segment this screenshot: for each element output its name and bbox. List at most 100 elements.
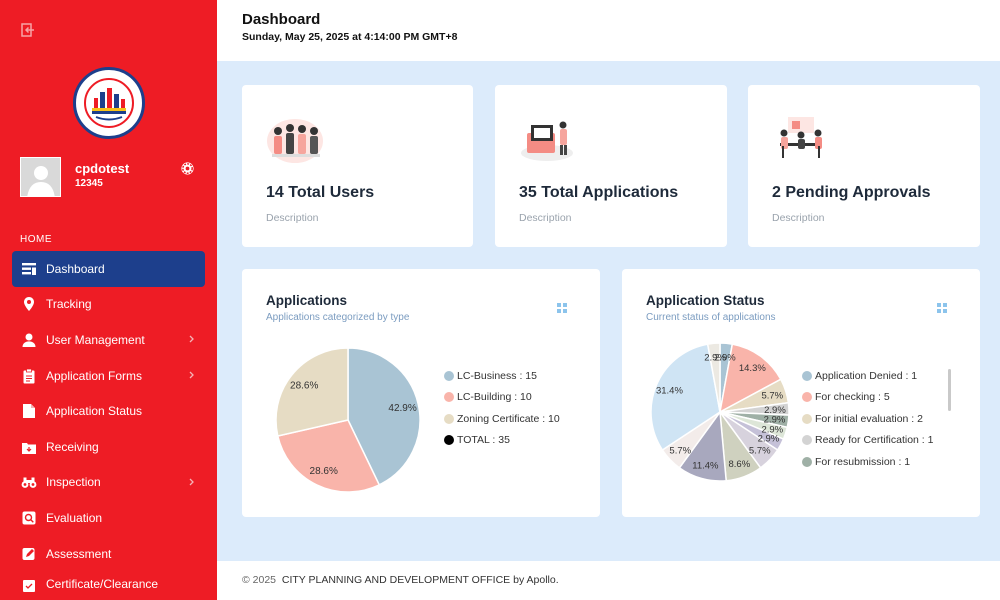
user-profile: cpdotest 12345 bbox=[20, 157, 210, 197]
legend-item[interactable]: For initial evaluation : 2 bbox=[802, 408, 952, 430]
more-options-icon[interactable] bbox=[557, 303, 567, 313]
dashboard-icon bbox=[21, 261, 37, 277]
applications-pie-chart: 42.9% 28.6% 28.6% bbox=[275, 347, 421, 493]
legend-swatch bbox=[802, 413, 812, 424]
application-status-chart-card: Application Status Current status of app… bbox=[622, 269, 980, 517]
pie-slice-label: 31.4% bbox=[656, 386, 683, 397]
chevron-right-icon bbox=[189, 371, 194, 379]
pie-slice[interactable] bbox=[275, 347, 349, 437]
binoculars-icon bbox=[21, 474, 37, 490]
stat-description: Description bbox=[266, 212, 319, 224]
meeting-illustration bbox=[780, 117, 822, 158]
legend-label: TOTAL : 35 bbox=[457, 434, 510, 447]
stat-description: Description bbox=[772, 212, 825, 224]
gear-icon[interactable] bbox=[180, 161, 195, 176]
footer-credit: CITY PLANNING AND DEVELOPMENT OFFICE by … bbox=[281, 574, 559, 586]
applications-legend: LC-Business : 15 LC-Building : 10 Zoning C… bbox=[444, 365, 560, 451]
sidebar-item-evaluation[interactable]: Evaluation bbox=[12, 500, 205, 536]
sidebar-item-label: Certificate/Clearance bbox=[46, 577, 159, 592]
sidebar-item-label: Application Forms bbox=[46, 368, 143, 383]
footer-copyright-year: © 2025 bbox=[242, 574, 277, 586]
applications-chart-card: Applications Applications categorized by… bbox=[242, 269, 600, 517]
collapse-sidebar-icon[interactable] bbox=[21, 23, 35, 37]
pie-slice-label: 5.7% bbox=[761, 390, 783, 401]
sidebar-item-assessment[interactable]: Assessment bbox=[12, 536, 205, 572]
city-planning-office-logo bbox=[73, 67, 145, 139]
legend-label: Zoning Certificate : 10 bbox=[457, 412, 560, 425]
legend-label: LC-Business : 15 bbox=[457, 369, 537, 382]
more-options-icon[interactable] bbox=[937, 303, 947, 313]
legend-swatch bbox=[802, 370, 812, 381]
applications-illustration bbox=[521, 121, 573, 161]
legend-item[interactable]: LC-Business : 15 bbox=[444, 365, 560, 387]
sidebar-item-label: Dashboard bbox=[46, 261, 105, 276]
sidebar-item-application-status[interactable]: Application Status bbox=[12, 393, 205, 429]
pie-slice-label: 42.9% bbox=[388, 403, 416, 414]
legend-item[interactable]: For checking : 5 bbox=[802, 387, 952, 409]
legend-label: For initial evaluation : 2 bbox=[815, 412, 923, 425]
legend-label: Ready for Certification : 1 bbox=[815, 434, 934, 447]
stat-card-total-users: 14 Total Users Description bbox=[242, 85, 473, 247]
legend-swatch bbox=[802, 392, 812, 403]
chart-title: Application Status bbox=[646, 293, 765, 308]
sidebar-item-label: User Management bbox=[46, 332, 145, 347]
pie-slice-label: 8.6% bbox=[728, 459, 750, 470]
search-icon bbox=[21, 510, 37, 526]
stat-card-total-applications: 35 Total Applications Description bbox=[495, 85, 727, 247]
application-status-pie-chart: 2.9%14.3%5.7%2.9%2.9%2.9%2.9%5.7%8.6%11.… bbox=[650, 342, 790, 482]
legend-item[interactable]: TOTAL : 35 bbox=[444, 430, 560, 452]
legend-swatch bbox=[444, 370, 454, 381]
user-id: 12345 bbox=[75, 178, 103, 189]
stat-title: 14 Total Users bbox=[266, 184, 375, 201]
sidebar-item-dashboard[interactable]: Dashboard bbox=[12, 251, 205, 287]
chart-title: Applications bbox=[266, 293, 348, 308]
document-icon bbox=[21, 403, 37, 419]
legend-label: For resubmission : 1 bbox=[815, 455, 911, 468]
sidebar-item-inspection[interactable]: Inspection bbox=[12, 465, 205, 501]
legend-item[interactable]: Application Denied : 1 bbox=[802, 365, 952, 387]
stat-description: Description bbox=[519, 212, 572, 224]
avatar[interactable] bbox=[20, 157, 61, 197]
legend-label: For checking : 5 bbox=[815, 391, 890, 404]
legend-scrollbar[interactable] bbox=[948, 369, 951, 411]
sidebar-item-tracking[interactable]: Tracking bbox=[12, 287, 205, 323]
sidebar-item-label: Tracking bbox=[46, 297, 92, 312]
sidebar-item-receiving[interactable]: Receiving bbox=[12, 429, 205, 465]
legend-item[interactable]: Zoning Certificate : 10 bbox=[444, 408, 560, 430]
pie-slice-label: 5.7% bbox=[669, 445, 691, 456]
legend-swatch bbox=[802, 456, 812, 467]
pie-slice-label: 2.9% bbox=[758, 433, 780, 444]
sidebar-item-certificate-clearance[interactable]: Certificate/Clearance bbox=[12, 571, 205, 600]
sidebar-item-label: Evaluation bbox=[46, 510, 103, 525]
clipboard-icon bbox=[21, 368, 37, 384]
pie-slice-label: 2.9% bbox=[704, 353, 726, 364]
legend-swatch bbox=[444, 392, 454, 403]
pie-slice-label: 14.3% bbox=[739, 363, 766, 374]
sidebar-item-label: Assessment bbox=[46, 546, 112, 561]
pie-slice-label: 28.6% bbox=[290, 381, 318, 392]
legend-item[interactable]: For resubmission : 1 bbox=[802, 451, 952, 473]
legend-item[interactable]: Ready for Certification : 1 bbox=[802, 430, 952, 452]
sidebar-item-user-management[interactable]: User Management bbox=[12, 322, 205, 358]
legend-swatch bbox=[802, 435, 812, 446]
page-title: Dashboard bbox=[242, 11, 321, 28]
stat-title: 35 Total Applications bbox=[519, 184, 679, 201]
legend-label: LC-Building : 10 bbox=[457, 391, 532, 404]
chart-subtitle: Applications categorized by type bbox=[266, 312, 410, 323]
nav-section-label: HOME bbox=[20, 234, 52, 245]
certificate-icon bbox=[21, 577, 37, 593]
legend-swatch bbox=[444, 435, 454, 446]
sidebar-item-label: Application Status bbox=[46, 404, 143, 419]
footer-text: © 2025 CITY PLANNING AND DEVELOPMENT OFF… bbox=[242, 574, 559, 586]
stat-title: 2 Pending Approvals bbox=[772, 184, 931, 201]
chevron-right-icon bbox=[189, 335, 194, 343]
sidebar-item-application-forms[interactable]: Application Forms bbox=[12, 358, 205, 394]
pie-slice-label: 5.7% bbox=[749, 445, 771, 456]
team-illustration bbox=[267, 119, 323, 163]
pencil-icon bbox=[21, 546, 37, 562]
chart-subtitle: Current status of applications bbox=[646, 312, 776, 323]
legend-item[interactable]: LC-Building : 10 bbox=[444, 387, 560, 409]
current-datetime: Sunday, May 25, 2025 at 4:14:00 PM GMT+8 bbox=[242, 31, 458, 43]
inbox-icon bbox=[21, 439, 37, 455]
legend-label: Application Denied : 1 bbox=[815, 369, 918, 382]
